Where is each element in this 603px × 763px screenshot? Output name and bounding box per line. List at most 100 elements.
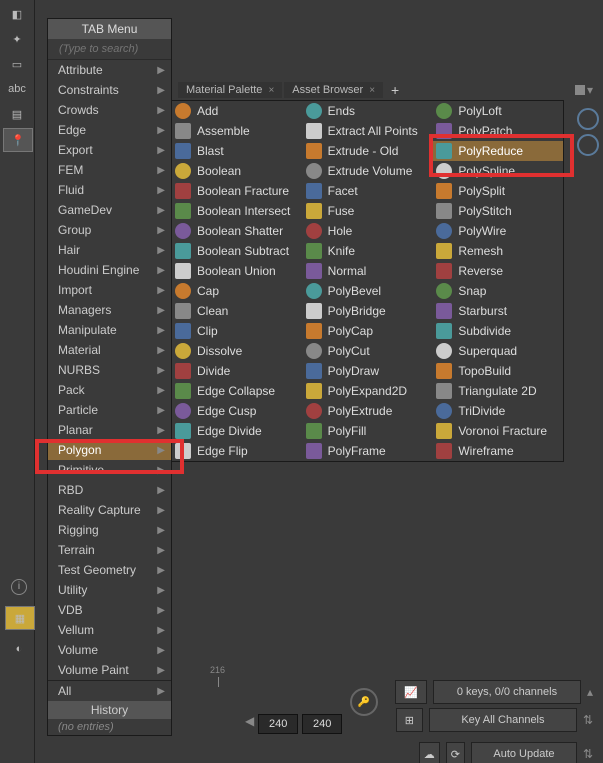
node-knife[interactable]: Knife bbox=[302, 241, 433, 261]
category-vellum[interactable]: Vellum▶ bbox=[48, 620, 171, 640]
category-houdini-engine[interactable]: Houdini Engine▶ bbox=[48, 260, 171, 280]
category-primitive[interactable]: Primitive▶ bbox=[48, 460, 171, 480]
category-export[interactable]: Export▶ bbox=[48, 140, 171, 160]
category-gamedev[interactable]: GameDev▶ bbox=[48, 200, 171, 220]
node-edge-flip[interactable]: Edge Flip bbox=[171, 441, 302, 461]
category-import[interactable]: Import▶ bbox=[48, 280, 171, 300]
node-edge-cusp[interactable]: Edge Cusp bbox=[171, 401, 302, 421]
node-extract-all-points[interactable]: Extract All Points bbox=[302, 121, 433, 141]
node-remesh[interactable]: Remesh bbox=[432, 241, 563, 261]
key-all-button[interactable]: Key All Channels bbox=[429, 708, 577, 732]
tool-abc[interactable]: abc bbox=[3, 78, 31, 100]
search-input[interactable] bbox=[57, 42, 204, 56]
node-polyloft[interactable]: PolyLoft bbox=[432, 101, 563, 121]
chevron-down-icon[interactable]: ▾ bbox=[587, 83, 593, 97]
node-extrude-volume[interactable]: Extrude Volume bbox=[302, 161, 433, 181]
category-volume[interactable]: Volume▶ bbox=[48, 640, 171, 660]
node-polyextrude[interactable]: PolyExtrude bbox=[302, 401, 433, 421]
tab-menu-search[interactable] bbox=[48, 39, 171, 60]
category-material[interactable]: Material▶ bbox=[48, 340, 171, 360]
add-tab-icon[interactable]: + bbox=[385, 82, 405, 98]
node-polyexpand2d[interactable]: PolyExpand2D bbox=[302, 381, 433, 401]
node-polystitch[interactable]: PolyStitch bbox=[432, 201, 563, 221]
tool-icon[interactable]: ◐ bbox=[5, 638, 33, 660]
category-hair[interactable]: Hair▶ bbox=[48, 240, 171, 260]
node-triangulate-2d[interactable]: Triangulate 2D bbox=[432, 381, 563, 401]
category-rigging[interactable]: Rigging▶ bbox=[48, 520, 171, 540]
node-extrude-old[interactable]: Extrude - Old bbox=[302, 141, 433, 161]
node-polyreduce[interactable]: PolyReduce bbox=[432, 141, 563, 161]
ring-icon[interactable] bbox=[577, 134, 599, 156]
node-polybridge[interactable]: PolyBridge bbox=[302, 301, 433, 321]
tool-icon[interactable]: ✦ bbox=[3, 28, 31, 50]
node-polybevel[interactable]: PolyBevel bbox=[302, 281, 433, 301]
node-divide[interactable]: Divide bbox=[171, 361, 302, 381]
category-manipulate[interactable]: Manipulate▶ bbox=[48, 320, 171, 340]
chevron-left-icon[interactable]: ◀ bbox=[245, 714, 254, 734]
close-icon[interactable]: × bbox=[268, 85, 274, 96]
node-polyframe[interactable]: PolyFrame bbox=[302, 441, 433, 461]
chevron-up-icon[interactable]: ▴ bbox=[587, 685, 593, 699]
node-cap[interactable]: Cap bbox=[171, 281, 302, 301]
node-facet[interactable]: Facet bbox=[302, 181, 433, 201]
frame-start-input[interactable]: 240 bbox=[258, 714, 298, 734]
category-test-geometry[interactable]: Test Geometry▶ bbox=[48, 560, 171, 580]
refresh-icon[interactable]: ⟳ bbox=[446, 742, 465, 763]
node-edge-divide[interactable]: Edge Divide bbox=[171, 421, 302, 441]
node-edge-collapse[interactable]: Edge Collapse bbox=[171, 381, 302, 401]
category-pack[interactable]: Pack▶ bbox=[48, 380, 171, 400]
node-reverse[interactable]: Reverse bbox=[432, 261, 563, 281]
category-polygon[interactable]: Polygon▶ bbox=[48, 440, 171, 460]
info-icon[interactable]: i bbox=[5, 576, 33, 598]
tab-material-palette[interactable]: Material Palette × bbox=[178, 82, 282, 98]
close-icon[interactable]: × bbox=[369, 85, 375, 96]
cloud-icon[interactable]: ☁ bbox=[419, 742, 440, 763]
graph-icon[interactable]: 📈 bbox=[395, 680, 427, 704]
tool-icon[interactable]: ◧ bbox=[3, 3, 31, 25]
category-particle[interactable]: Particle▶ bbox=[48, 400, 171, 420]
node-clean[interactable]: Clean bbox=[171, 301, 302, 321]
node-polyfill[interactable]: PolyFill bbox=[302, 421, 433, 441]
category-managers[interactable]: Managers▶ bbox=[48, 300, 171, 320]
category-reality-capture[interactable]: Reality Capture▶ bbox=[48, 500, 171, 520]
node-topobuild[interactable]: TopoBuild bbox=[432, 361, 563, 381]
stepper-icon[interactable]: ⇅ bbox=[583, 747, 593, 761]
category-volume-paint[interactable]: Volume Paint▶ bbox=[48, 660, 171, 680]
node-polycut[interactable]: PolyCut bbox=[302, 341, 433, 361]
category-terrain[interactable]: Terrain▶ bbox=[48, 540, 171, 560]
category-vdb[interactable]: VDB▶ bbox=[48, 600, 171, 620]
panel-menu-icon[interactable] bbox=[575, 85, 585, 95]
category-planar[interactable]: Planar▶ bbox=[48, 420, 171, 440]
category-fem[interactable]: FEM▶ bbox=[48, 160, 171, 180]
node-clip[interactable]: Clip bbox=[171, 321, 302, 341]
auto-update-button[interactable]: Auto Update bbox=[471, 742, 577, 763]
node-normal[interactable]: Normal bbox=[302, 261, 433, 281]
node-tridivide[interactable]: TriDivide bbox=[432, 401, 563, 421]
category-utility[interactable]: Utility▶ bbox=[48, 580, 171, 600]
node-polypatch[interactable]: PolyPatch bbox=[432, 121, 563, 141]
node-superquad[interactable]: Superquad bbox=[432, 341, 563, 361]
node-assemble[interactable]: Assemble bbox=[171, 121, 302, 141]
category-attribute[interactable]: Attribute▶ bbox=[48, 60, 171, 80]
node-ends[interactable]: Ends bbox=[302, 101, 433, 121]
grid-icon[interactable]: ▦ bbox=[5, 606, 35, 630]
node-polywire[interactable]: PolyWire bbox=[432, 221, 563, 241]
category-edge[interactable]: Edge▶ bbox=[48, 120, 171, 140]
node-add[interactable]: Add bbox=[171, 101, 302, 121]
ring-icon[interactable] bbox=[577, 108, 599, 130]
category-crowds[interactable]: Crowds▶ bbox=[48, 100, 171, 120]
frame-end-input[interactable]: 240 bbox=[302, 714, 342, 734]
node-boolean-shatter[interactable]: Boolean Shatter bbox=[171, 221, 302, 241]
node-polysplit[interactable]: PolySplit bbox=[432, 181, 563, 201]
node-boolean-fracture[interactable]: Boolean Fracture bbox=[171, 181, 302, 201]
category-rbd[interactable]: RBD▶ bbox=[48, 480, 171, 500]
scope-icon[interactable]: ⊞ bbox=[396, 708, 423, 732]
node-voronoi-fracture[interactable]: Voronoi Fracture bbox=[432, 421, 563, 441]
category-fluid[interactable]: Fluid▶ bbox=[48, 180, 171, 200]
node-subdivide[interactable]: Subdivide bbox=[432, 321, 563, 341]
node-boolean-union[interactable]: Boolean Union bbox=[171, 261, 302, 281]
node-polyspline[interactable]: PolySpline bbox=[432, 161, 563, 181]
node-blast[interactable]: Blast bbox=[171, 141, 302, 161]
node-hole[interactable]: Hole bbox=[302, 221, 433, 241]
category-constraints[interactable]: Constraints▶ bbox=[48, 80, 171, 100]
